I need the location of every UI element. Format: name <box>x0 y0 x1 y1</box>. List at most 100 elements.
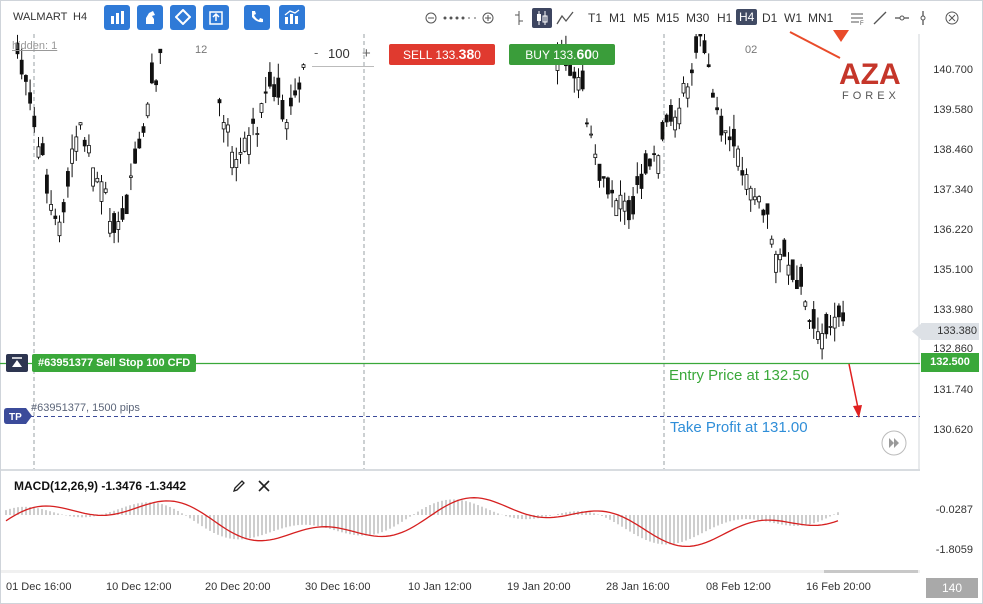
hidden-count-link[interactable]: hidden: 1 <box>12 40 57 52</box>
candle-body <box>669 104 673 122</box>
candle-body <box>61 202 66 213</box>
x-label: 10 Dec 12:00 <box>106 581 172 593</box>
candle-body <box>36 146 41 158</box>
order-icon-button[interactable] <box>6 354 28 372</box>
vline-icon[interactable] <box>915 10 931 26</box>
fibonacci-icon[interactable]: F <box>849 10 865 26</box>
candle-body <box>568 64 572 76</box>
tf-m15[interactable]: M15 <box>656 11 679 25</box>
candle-body <box>727 136 732 141</box>
qty-plus-button[interactable]: + <box>362 45 371 62</box>
quantity-stepper[interactable]: - 100 + <box>310 45 376 67</box>
candle-body <box>782 239 787 257</box>
export-icon <box>209 11 223 25</box>
zoom-in-icon[interactable] <box>482 12 494 24</box>
y-label: 133.980 <box>933 304 973 316</box>
date-marker-12: 12 <box>195 44 208 56</box>
candle-body <box>49 204 53 211</box>
candlestick-icon <box>537 11 548 25</box>
sell-button[interactable]: SELL 133.380 <box>389 44 495 65</box>
tf-m5[interactable]: M5 <box>633 11 650 25</box>
candle-body <box>694 36 698 53</box>
edit-indicator-icon[interactable] <box>232 479 246 493</box>
line-type-icon[interactable] <box>556 10 574 26</box>
candle-body <box>660 121 665 140</box>
qty-input[interactable]: 100 <box>328 46 350 61</box>
tf-d1[interactable]: D1 <box>762 11 777 25</box>
qty-minus-button[interactable]: - <box>314 45 318 60</box>
candle-body <box>618 194 623 210</box>
horse-button[interactable] <box>137 5 163 30</box>
y-label: 138.460 <box>933 144 973 156</box>
tf-h1[interactable]: H1 <box>717 11 732 25</box>
tf-m30[interactable]: M30 <box>686 11 709 25</box>
scroll-thumb[interactable] <box>824 570 918 573</box>
close-chart-icon[interactable] <box>945 11 959 25</box>
candle-body <box>715 107 719 111</box>
candle-body <box>761 209 766 216</box>
phone-icon <box>252 11 263 23</box>
bar-count-badge[interactable]: 140 <box>926 578 978 598</box>
buy-price-tail: 0 <box>592 48 599 62</box>
tf-mn1[interactable]: MN1 <box>808 11 833 25</box>
tf-m1[interactable]: M1 <box>609 11 626 25</box>
candle-body <box>32 115 37 128</box>
candle-body <box>301 64 306 68</box>
hline-icon[interactable] <box>894 10 910 26</box>
bar-type-icon[interactable] <box>514 10 524 26</box>
bar-chart-button[interactable] <box>104 5 130 30</box>
remove-indicator-icon[interactable] <box>257 479 271 493</box>
tp-badge[interactable]: TP <box>4 408 32 424</box>
candle-body <box>124 194 129 215</box>
candle-body <box>82 139 87 147</box>
candle-body <box>154 80 159 86</box>
date-marker-02: 02 <box>745 44 758 56</box>
tf-h4[interactable]: H4 <box>736 9 758 25</box>
candle-body <box>837 305 841 318</box>
macd-label[interactable]: MACD(12,26,9) -1.3476 -1.3442 <box>14 479 186 493</box>
candle-body <box>255 133 260 135</box>
candle-body <box>706 64 711 68</box>
candle-body <box>288 97 293 107</box>
candle-body <box>276 77 281 98</box>
candle-body <box>91 167 95 187</box>
diamond-button[interactable] <box>170 5 196 30</box>
buy-button[interactable]: BUY 133.600 <box>509 44 615 65</box>
candle-body <box>585 122 589 125</box>
scroll-track[interactable] <box>1 570 920 573</box>
export-button[interactable] <box>203 5 229 30</box>
indicators-button[interactable] <box>279 5 305 30</box>
candle-body <box>267 71 272 87</box>
zoom-slider-icon[interactable] <box>442 16 480 20</box>
tf-w1[interactable]: W1 <box>784 11 802 25</box>
scroll-to-end-button[interactable] <box>881 430 907 456</box>
tf-t1[interactable]: T1 <box>588 11 602 25</box>
candle-body <box>99 181 104 202</box>
symbol-label[interactable]: WALMART <box>13 11 67 23</box>
zoom-out-icon[interactable] <box>425 12 437 24</box>
trendline-icon[interactable] <box>872 10 888 26</box>
candle-body <box>70 148 74 164</box>
bar-chart-icon <box>111 11 124 24</box>
candle-body <box>120 208 125 220</box>
macd-y-label: -0.0287 <box>935 504 973 516</box>
x-label: 16 Feb 20:00 <box>806 581 871 593</box>
candle-body <box>824 313 829 335</box>
candle-type-button[interactable] <box>532 8 552 28</box>
candle-body <box>832 316 837 329</box>
candle-body <box>652 153 656 156</box>
candle-body <box>740 170 745 176</box>
candle-body <box>19 59 24 75</box>
timeframe-label[interactable]: H4 <box>73 11 87 23</box>
x-label: 28 Jan 16:00 <box>606 581 670 593</box>
candle-body <box>234 159 239 168</box>
candle-body <box>601 176 606 179</box>
candle-body <box>297 82 302 90</box>
phone-button[interactable] <box>244 5 270 30</box>
logo-subtext: FOREX <box>842 90 900 102</box>
order-tag[interactable]: #63951377 Sell Stop 100 CFD <box>32 354 197 372</box>
take-profit-note: Take Profit at 131.00 <box>670 419 808 436</box>
candle-body <box>820 333 824 350</box>
y-label: 130.620 <box>933 424 973 436</box>
tp-badge-text: TP <box>9 412 22 423</box>
